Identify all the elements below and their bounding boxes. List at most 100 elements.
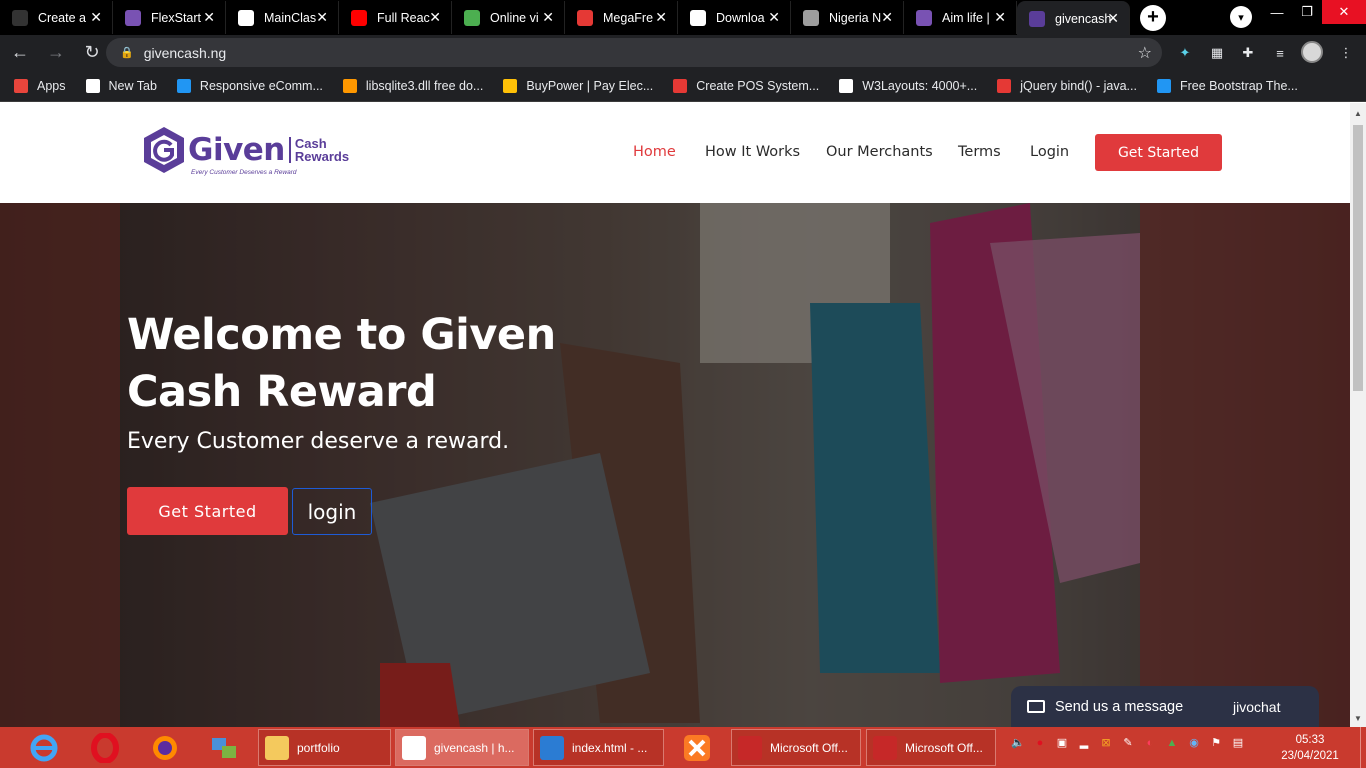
header-get-started-button[interactable]: Get Started xyxy=(1095,134,1222,171)
tab-close-icon[interactable]: ✕ xyxy=(994,9,1006,26)
bookmark-label: Free Bootstrap The... xyxy=(1179,78,1298,93)
tray-red-icon[interactable]: ◐ xyxy=(1142,735,1158,751)
hero-login-button[interactable]: login xyxy=(292,488,372,535)
browser-tab[interactable]: MegaFre ✕ xyxy=(565,1,678,34)
tab-close-icon[interactable]: ✕ xyxy=(542,9,554,26)
back-arrow-icon[interactable]: ← xyxy=(4,37,36,69)
browser-tab[interactable]: Nigeria N ✕ xyxy=(791,1,904,34)
browser-tab[interactable]: givencash ✕ xyxy=(1017,1,1130,36)
taskbar-app-label: givencash | h... xyxy=(434,740,515,755)
nav-link[interactable]: Login xyxy=(1030,144,1069,160)
tab-close-icon[interactable]: ✕ xyxy=(90,9,102,26)
new-tab-button[interactable]: + xyxy=(1140,4,1166,31)
nav-link[interactable]: Home xyxy=(633,144,676,160)
tab-close-icon[interactable]: ✕ xyxy=(655,9,667,26)
hero-get-started-button[interactable]: Get Started xyxy=(127,487,288,535)
bookmark-item[interactable]: libsqlite3.dll free do... xyxy=(342,78,483,93)
opera-icon[interactable] xyxy=(88,731,122,765)
window-close-button[interactable]: ✕ xyxy=(1322,0,1366,24)
browser-tab[interactable]: Full Reac ✕ xyxy=(339,1,452,34)
browser-tab[interactable]: FlexStart ✕ xyxy=(113,1,226,34)
bookmark-favicon-icon xyxy=(342,78,357,93)
forward-arrow-icon[interactable]: → xyxy=(40,37,72,69)
show-desktop-button[interactable] xyxy=(1360,727,1366,768)
bookmark-item[interactable]: Apps xyxy=(14,78,66,93)
xampp-tray-icon[interactable]: ⊠ xyxy=(1098,735,1114,751)
nav-item-home[interactable]: Home xyxy=(633,134,676,170)
tab-close-icon[interactable]: ✕ xyxy=(1107,10,1119,27)
address-bar[interactable]: 🔒 givencash.ng ☆ xyxy=(106,38,1162,67)
tab-title: MegaFre xyxy=(603,10,654,25)
nav-link[interactable]: Terms xyxy=(958,144,1001,160)
bookmark-item[interactable]: Responsive eComm... xyxy=(176,78,323,93)
internet-explorer-icon[interactable] xyxy=(27,731,61,765)
window-maximize-button[interactable]: ❐ xyxy=(1292,0,1322,24)
tab-close-icon[interactable]: ✕ xyxy=(768,9,780,26)
scrollbar-thumb[interactable] xyxy=(1353,125,1363,391)
reload-icon[interactable]: ↻ xyxy=(76,37,108,69)
tab-close-icon[interactable]: ✕ xyxy=(881,9,893,26)
tab-close-icon[interactable]: ✕ xyxy=(203,9,215,26)
opera-tray-icon[interactable]: ● xyxy=(1032,735,1048,751)
taskbar-app[interactable]: index.html - ... xyxy=(533,729,664,766)
extension-icon[interactable]: ✦ xyxy=(1175,43,1195,63)
tray-app-icon[interactable]: ▣ xyxy=(1054,735,1070,751)
browser-tab[interactable]: MainClas ✕ xyxy=(226,1,339,34)
scroll-down-arrow-icon[interactable]: ▼ xyxy=(1354,714,1362,723)
tab-close-icon[interactable]: ✕ xyxy=(316,9,328,26)
bookmark-item[interactable]: W3Layouts: 4000+... xyxy=(839,78,977,93)
browser-tab[interactable]: Create a ✕ xyxy=(0,1,113,34)
volume-icon[interactable]: 🔈 xyxy=(1010,735,1026,751)
scroll-up-arrow-icon[interactable]: ▲ xyxy=(1354,109,1362,118)
tray-green-icon[interactable]: ▲ xyxy=(1164,735,1180,751)
flag-icon[interactable]: ⚑ xyxy=(1208,735,1224,751)
tray-network-icon[interactable]: ◉ xyxy=(1186,735,1202,751)
tray-device-icon[interactable]: ▤ xyxy=(1230,735,1246,751)
menu-icon[interactable]: ⋮ xyxy=(1336,43,1356,63)
bookmark-star-icon[interactable]: ☆ xyxy=(1138,43,1152,63)
chat-widget[interactable]: Send us a message jivochat xyxy=(1011,686,1319,727)
network-transfer-icon[interactable] xyxy=(207,731,241,765)
bookmark-item[interactable]: BuyPower | Pay Elec... xyxy=(503,78,653,93)
nav-item-login[interactable]: Login xyxy=(1030,134,1069,170)
nav-link[interactable]: How It Works xyxy=(705,144,800,160)
nav-item-our-merchants[interactable]: Our Merchants xyxy=(826,134,933,170)
bookmark-label: Apps xyxy=(37,78,66,93)
nav-item-how-it-works[interactable]: How It Works xyxy=(705,134,800,170)
qr-code-icon[interactable]: ▦ xyxy=(1207,43,1227,63)
address-bar-url: givencash.ng xyxy=(143,44,227,61)
givencash-logo[interactable]: Given Cash Rewards Every Customer Deserv… xyxy=(142,125,349,176)
tab-title: MainClas xyxy=(264,10,317,25)
givencash-icon xyxy=(1029,10,1045,27)
bookmark-item[interactable]: New Tab xyxy=(85,78,157,93)
bookmark-item[interactable]: Create POS System... xyxy=(673,78,819,93)
tab-title: Create a xyxy=(38,10,86,25)
tray-tool-icon[interactable]: ✎ xyxy=(1120,735,1136,751)
tab-close-icon[interactable]: ✕ xyxy=(429,9,441,26)
taskbar-app[interactable]: Microsoft Off... xyxy=(866,729,996,766)
browser-tab[interactable]: Online vi ✕ xyxy=(452,1,565,34)
taskbar-app-icon xyxy=(540,735,564,760)
firefox-icon[interactable] xyxy=(148,731,182,765)
reading-list-icon[interactable]: ≡ xyxy=(1270,43,1290,63)
taskbar-app[interactable]: Microsoft Off... xyxy=(731,729,861,766)
browser-tab[interactable]: Aim life | ✕ xyxy=(904,1,1017,34)
bookmark-item[interactable]: Free Bootstrap The... xyxy=(1156,78,1298,93)
xampp-icon[interactable] xyxy=(680,731,714,765)
bookmark-label: jQuery bind() - java... xyxy=(1020,78,1137,93)
signal-icon[interactable]: ▂ xyxy=(1076,735,1092,751)
tab-search-icon[interactable]: ▾ xyxy=(1230,6,1252,28)
window-minimize-button[interactable]: — xyxy=(1262,0,1292,24)
taskbar-app[interactable]: portfolio xyxy=(258,729,391,766)
nav-item-terms[interactable]: Terms xyxy=(958,134,1001,170)
puzzle-extensions-icon[interactable]: ✚ xyxy=(1238,43,1258,63)
page-scrollbar[interactable]: ▲ ▼ xyxy=(1350,103,1366,727)
taskbar-clock[interactable]: 05:33 23/04/2021 xyxy=(1280,732,1340,764)
browser-tab[interactable]: Downloa ✕ xyxy=(678,1,791,34)
taskbar-app[interactable]: givencash | h... xyxy=(395,729,529,766)
nav-link[interactable]: Our Merchants xyxy=(826,144,933,160)
bookmark-item[interactable]: jQuery bind() - java... xyxy=(997,78,1137,93)
taskbar-app-label: index.html - ... xyxy=(572,740,648,755)
profile-avatar[interactable] xyxy=(1301,41,1323,63)
hero-subtitle: Every Customer deserve a reward. xyxy=(127,429,510,454)
